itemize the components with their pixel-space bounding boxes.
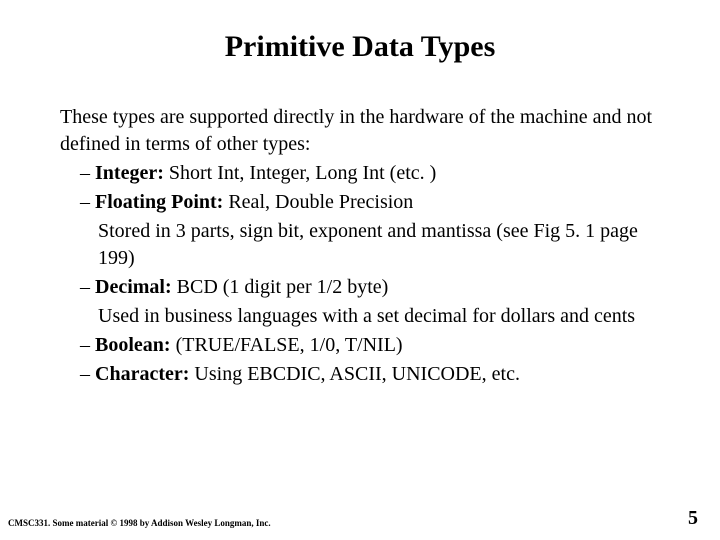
- bullet-dash: –: [80, 363, 95, 385]
- page-number: 5: [688, 507, 698, 530]
- bullet-label-float: Floating Point:: [95, 191, 223, 213]
- bullet-dash: –: [80, 162, 95, 184]
- footer-text: CMSC331. Some material © 1998 by Addison…: [8, 518, 271, 528]
- slide: Primitive Data Types These types are sup…: [0, 0, 720, 540]
- bullet-decimal-sub: Used in business languages with a set de…: [60, 303, 670, 330]
- bullet-text-boolean: (TRUE/FALSE, 1/0, T/NIL): [171, 334, 403, 356]
- bullet-text-float: Real, Double Precision: [223, 191, 413, 213]
- bullet-float-sub: Stored in 3 parts, sign bit, exponent an…: [60, 218, 670, 272]
- bullet-label-boolean: Boolean:: [95, 334, 171, 356]
- bullet-dash: –: [80, 191, 95, 213]
- bullet-boolean: – Boolean: (TRUE/FALSE, 1/0, T/NIL): [60, 332, 670, 359]
- bullet-float: – Floating Point: Real, Double Precision: [60, 189, 670, 216]
- bullet-integer: – Integer: Short Int, Integer, Long Int …: [60, 160, 670, 187]
- slide-title: Primitive Data Types: [40, 30, 680, 64]
- bullet-text-decimal: BCD (1 digit per 1/2 byte): [172, 276, 389, 298]
- bullet-text-integer: Short Int, Integer, Long Int (etc. ): [164, 162, 436, 184]
- bullet-label-integer: Integer:: [95, 162, 164, 184]
- bullet-text-character: Using EBCDIC, ASCII, UNICODE, etc.: [189, 363, 520, 385]
- bullet-decimal: – Decimal: BCD (1 digit per 1/2 byte): [60, 274, 670, 301]
- bullet-label-character: Character:: [95, 363, 189, 385]
- intro-text: These types are supported directly in th…: [60, 104, 670, 158]
- bullet-label-decimal: Decimal:: [95, 276, 172, 298]
- bullet-character: – Character: Using EBCDIC, ASCII, UNICOD…: [60, 361, 670, 388]
- bullet-dash: –: [80, 334, 95, 356]
- bullet-dash: –: [80, 276, 95, 298]
- slide-body: These types are supported directly in th…: [40, 104, 680, 388]
